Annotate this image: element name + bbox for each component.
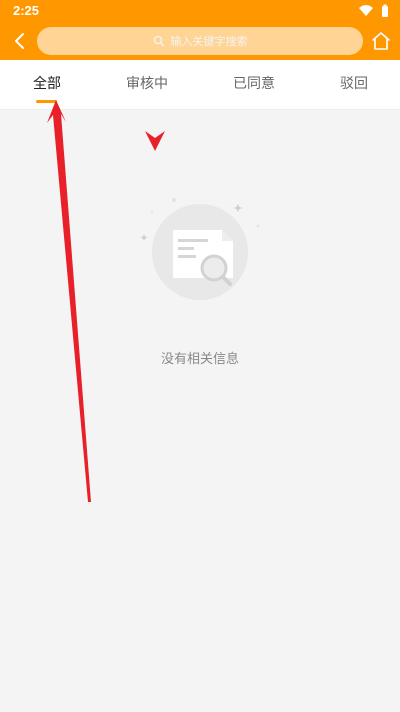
document-search-icon — [140, 198, 260, 300]
status-icons — [358, 4, 390, 18]
home-icon — [372, 32, 390, 50]
empty-state-illustration — [130, 190, 270, 310]
status-time: 2:25 — [13, 3, 40, 18]
battery-icon — [382, 4, 388, 17]
search-placeholder: 输入关键字搜索 — [170, 35, 248, 48]
back-button[interactable] — [8, 28, 32, 54]
search-icon — [153, 35, 164, 47]
home-button[interactable] — [371, 30, 391, 52]
annotation-arrow-down — [145, 131, 165, 151]
annotation-arrow-up — [47, 100, 91, 502]
empty-state-message: 没有相关信息 — [160, 352, 239, 367]
chevron-left-icon — [15, 33, 24, 49]
active-tab-indicator — [36, 100, 57, 103]
wifi-icon — [359, 5, 373, 16]
tab-under-review[interactable]: 审核中 — [97, 60, 197, 109]
app-bar: 输入关键字搜索 — [0, 22, 400, 60]
status-bar: 2:25 — [0, 0, 400, 22]
tab-approved[interactable]: 已同意 — [204, 60, 304, 109]
search-input[interactable]: 输入关键字搜索 — [37, 27, 363, 55]
tab-rejected[interactable]: 驳回 — [304, 60, 400, 109]
tab-bar: 全部 审核中 已同意 驳回 — [0, 60, 400, 110]
